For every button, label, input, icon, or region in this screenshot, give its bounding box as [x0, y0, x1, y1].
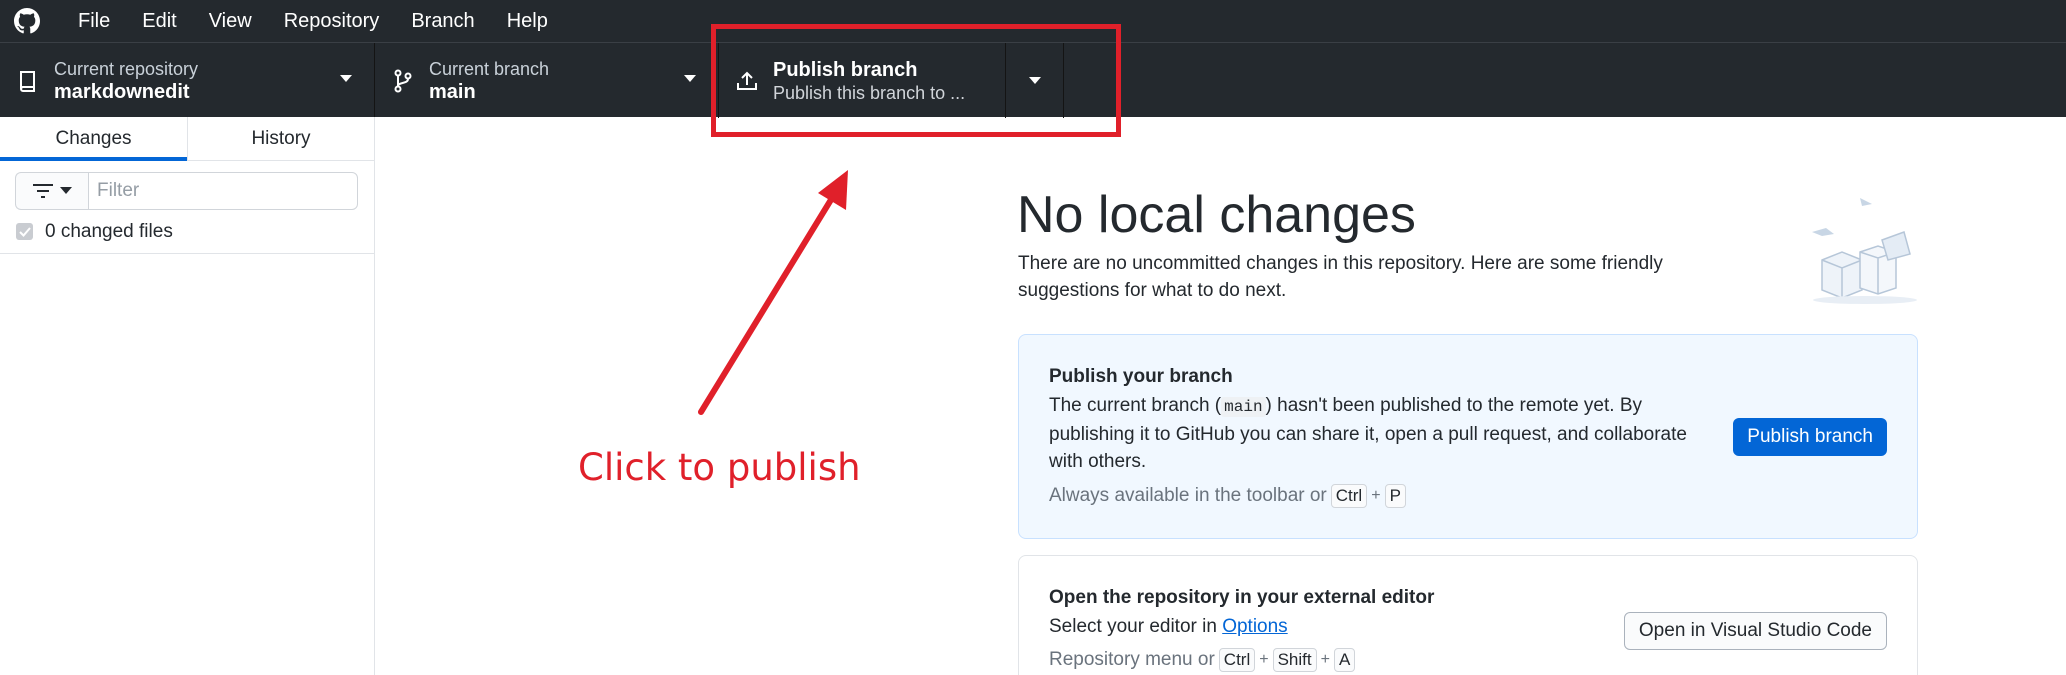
branch-icon — [391, 69, 415, 93]
editor-card-body: Select your editor in Options — [1049, 613, 1689, 640]
menu-file[interactable]: File — [62, 0, 126, 42]
check-icon — [18, 226, 31, 237]
filter-row — [0, 161, 374, 210]
chevron-down-icon — [60, 187, 72, 194]
repo-icon — [16, 69, 40, 93]
tab-changes[interactable]: Changes — [0, 117, 187, 161]
tab-history[interactable]: History — [187, 117, 374, 160]
filter-icon — [33, 184, 53, 198]
sidebar: Changes History 0 changed files — [0, 117, 375, 675]
shortcut-key-p: P — [1384, 484, 1406, 508]
filter-options-button[interactable] — [15, 172, 88, 210]
menu-edit[interactable]: Edit — [126, 0, 192, 42]
changed-files-count: 0 changed files — [45, 220, 173, 242]
branch-code: main — [1221, 397, 1266, 417]
chevron-down-icon — [684, 75, 696, 82]
open-editor-card: Open the repository in your external edi… — [1018, 555, 1918, 675]
shortcut-key-a: A — [1333, 648, 1356, 672]
shortcut-key-shift: Shift — [1272, 648, 1317, 672]
open-in-vscode-button[interactable]: Open in Visual Studio Code — [1623, 612, 1887, 650]
shortcut-key-ctrl: Ctrl — [1330, 484, 1368, 508]
annotation-arrow-icon — [698, 170, 848, 415]
menu-repository[interactable]: Repository — [268, 0, 396, 42]
current-repository-button[interactable]: Current repository markdownedit — [0, 43, 375, 118]
editor-card-body-text: Select your editor in — [1049, 616, 1217, 637]
publish-branch-button[interactable]: Publish branch — [1733, 418, 1887, 456]
publish-card-hint: Always available in the toolbar or Ctrl … — [1049, 484, 1406, 508]
current-branch-value: main — [429, 80, 476, 103]
current-repository-label: Current repository — [54, 58, 199, 79]
changed-files-row: 0 changed files — [0, 210, 374, 254]
publish-card-body-start: The current branch ( — [1049, 395, 1222, 416]
menu-view[interactable]: View — [193, 0, 268, 42]
publish-card-title: Publish your branch — [1049, 366, 1233, 387]
select-all-checkbox[interactable] — [16, 223, 33, 240]
page-title: No local changes — [1017, 186, 1416, 244]
filter-input[interactable] — [88, 172, 358, 210]
chevron-down-icon — [340, 75, 352, 82]
shortcut-plus: + — [1320, 651, 1330, 668]
publish-hint-text: Always available in the toolbar or — [1049, 485, 1327, 506]
current-repository-value: markdownedit — [54, 80, 190, 103]
annotation-highlight-box — [711, 24, 1121, 137]
github-logo-icon — [14, 8, 40, 34]
shortcut-key-ctrl: Ctrl — [1218, 648, 1256, 672]
shortcut-plus: + — [1371, 487, 1381, 504]
current-branch-button[interactable]: Current branch main — [375, 43, 719, 118]
editor-card-title: Open the repository in your external edi… — [1049, 587, 1435, 608]
current-branch-label: Current branch — [429, 58, 550, 79]
menu-branch[interactable]: Branch — [395, 0, 490, 42]
publish-card-body: The current branch (main) hasn't been pu… — [1049, 392, 1689, 475]
page-description: There are no uncommitted changes in this… — [1018, 253, 1663, 301]
publish-branch-card: Publish your branch The current branch (… — [1018, 334, 1918, 539]
editor-hint-text: Repository menu or — [1049, 649, 1215, 670]
menu-help[interactable]: Help — [491, 0, 564, 42]
empty-state-illustration-icon — [1812, 198, 1917, 304]
shortcut-plus: + — [1259, 651, 1269, 668]
options-link[interactable]: Options — [1222, 616, 1287, 637]
editor-card-hint: Repository menu or Ctrl + Shift + A — [1049, 648, 1356, 672]
annotation-label: Click to publish — [578, 446, 861, 489]
sidebar-tabs: Changes History — [0, 117, 374, 161]
